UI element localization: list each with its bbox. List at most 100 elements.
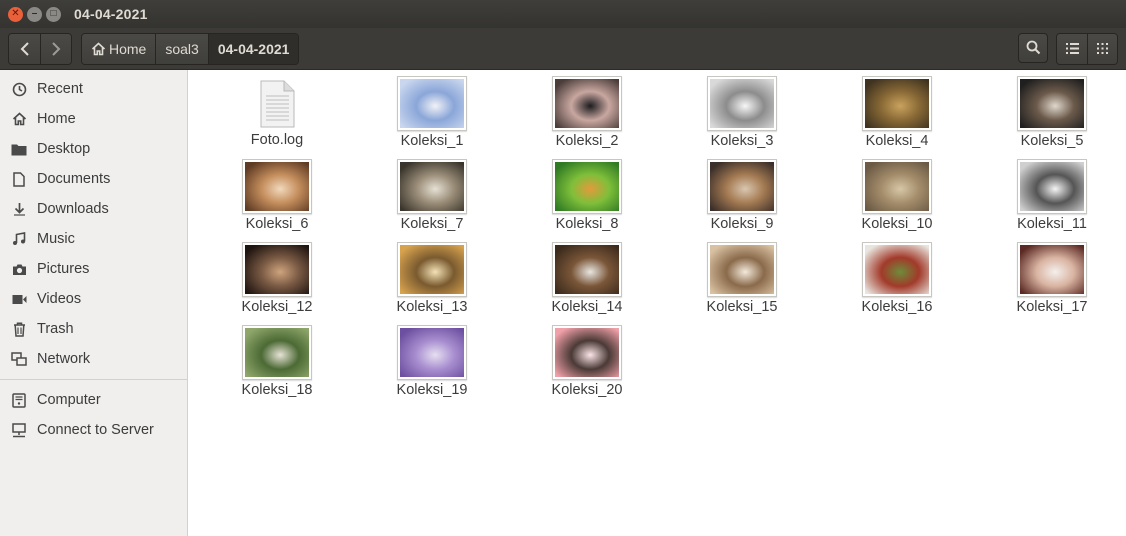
maximize-window-button[interactable]: □ [46,6,61,22]
grid-view-icon [1097,43,1108,54]
sidebar-item-label: Music [37,231,75,247]
sidebar-item-label: Videos [37,291,82,307]
sidebar-item-pictures[interactable]: Pictures [0,254,187,284]
sidebar-item-computer[interactable]: Computer [0,385,187,415]
sidebar-item-label: Downloads [37,201,109,217]
image-thumbnail [1017,159,1087,214]
file-item[interactable]: Koleksi_5 [974,76,1126,150]
grid-view-button[interactable] [1087,33,1117,64]
image-thumbnail [397,242,467,297]
server-icon [11,422,27,438]
close-window-button[interactable]: ✕ [8,6,23,22]
breadcrumb-home[interactable]: Home [82,33,156,64]
sidebar-item-label: Home [37,111,76,127]
sidebar-item-downloads[interactable]: Downloads [0,194,187,224]
file-name: Koleksi_10 [861,216,933,232]
file-item[interactable]: Koleksi_10 [819,159,975,233]
sidebar: Recent Home Desktop Documents Downloads Music… [0,70,188,536]
file-item[interactable]: Koleksi_17 [974,242,1126,316]
file-item[interactable]: Koleksi_16 [819,242,975,316]
file-item[interactable]: Koleksi_8 [509,159,665,233]
file-item[interactable]: Koleksi_4 [819,76,975,150]
image-thumbnail [862,242,932,297]
music-icon [11,231,27,247]
forward-button[interactable] [40,33,71,64]
list-view-icon [1065,43,1079,54]
file-name: Koleksi_12 [241,299,313,315]
file-item[interactable]: Koleksi_20 [509,325,665,399]
file-name: Koleksi_6 [245,216,309,232]
search-button[interactable] [1018,32,1048,63]
image-thumbnail [707,242,777,297]
breadcrumb-current[interactable]: 04-04-2021 [207,33,299,64]
file-item[interactable]: Koleksi_12 [199,242,355,316]
sidebar-item-label: Computer [37,392,101,408]
camera-icon [11,261,27,277]
network-icon [11,351,27,367]
image-thumbnail [242,159,312,214]
file-item[interactable]: Koleksi_7 [354,159,510,233]
file-item[interactable]: Koleksi_13 [354,242,510,316]
search-icon [1026,40,1040,55]
sidebar-item-trash[interactable]: Trash [0,314,187,344]
file-item[interactable]: Foto.log [199,76,355,149]
file-item[interactable]: Koleksi_6 [199,159,355,233]
sidebar-item-label: Connect to Server [37,422,154,438]
sidebar-item-home[interactable]: Home [0,104,187,134]
sidebar-item-music[interactable]: Music [0,224,187,254]
file-name: Koleksi_4 [865,133,929,149]
sidebar-item-label: Desktop [37,141,91,157]
file-name: Koleksi_1 [400,133,464,149]
text-file-icon [257,80,297,128]
breadcrumb-soal3[interactable]: soal3 [155,33,208,64]
file-name: Foto.log [250,132,304,148]
sidebar-item-documents[interactable]: Documents [0,164,187,194]
file-name: Koleksi_5 [1020,133,1084,149]
file-name: Koleksi_18 [241,382,313,398]
header-bar: Home soal3 04-04-2021 [0,28,1126,70]
file-name: Koleksi_11 [1017,216,1087,232]
list-view-button[interactable] [1057,33,1087,64]
sidebar-separator [0,379,187,380]
image-thumbnail [397,325,467,380]
image-thumbnail [1017,242,1087,297]
file-item[interactable]: Koleksi_18 [199,325,355,399]
sidebar-item-network[interactable]: Network [0,344,187,374]
file-name: Koleksi_8 [555,216,619,232]
sidebar-item-recent[interactable]: Recent [0,74,187,104]
trash-icon [11,321,27,337]
minimize-window-button[interactable]: – [27,6,42,22]
view-toggle [1056,32,1118,65]
file-item[interactable]: Koleksi_2 [509,76,665,150]
image-thumbnail [397,76,467,131]
breadcrumb-label: Home [109,40,147,57]
document-icon [11,171,27,187]
file-item[interactable]: Koleksi_1 [354,76,510,150]
file-item[interactable]: Koleksi_19 [354,325,510,399]
file-item[interactable]: Koleksi_9 [664,159,820,233]
file-item[interactable]: Koleksi_15 [664,242,820,316]
image-thumbnail [707,159,777,214]
file-name: Koleksi_17 [1016,299,1088,315]
home-icon [11,111,27,127]
file-item[interactable]: Koleksi_14 [509,242,665,316]
file-name: Koleksi_3 [710,133,774,149]
image-thumbnail [397,159,467,214]
navigation-buttons [8,32,72,65]
file-name: Koleksi_14 [551,299,623,315]
sidebar-item-label: Pictures [37,261,90,277]
sidebar-item-videos[interactable]: Videos [0,284,187,314]
file-name: Koleksi_7 [400,216,464,232]
clock-icon [11,81,27,97]
back-button[interactable] [9,33,40,64]
sidebar-item-connect-to-server[interactable]: Connect to Server [0,415,187,445]
image-thumbnail [1017,76,1087,131]
file-item[interactable]: Koleksi_11 [974,159,1126,233]
sidebar-item-label: Network [37,351,91,367]
video-icon [11,291,27,307]
breadcrumb-label: soal3 [165,40,199,57]
file-item[interactable]: Koleksi_3 [664,76,820,150]
file-name: Koleksi_16 [861,299,933,315]
sidebar-item-desktop[interactable]: Desktop [0,134,187,164]
file-name: Koleksi_20 [551,382,623,398]
